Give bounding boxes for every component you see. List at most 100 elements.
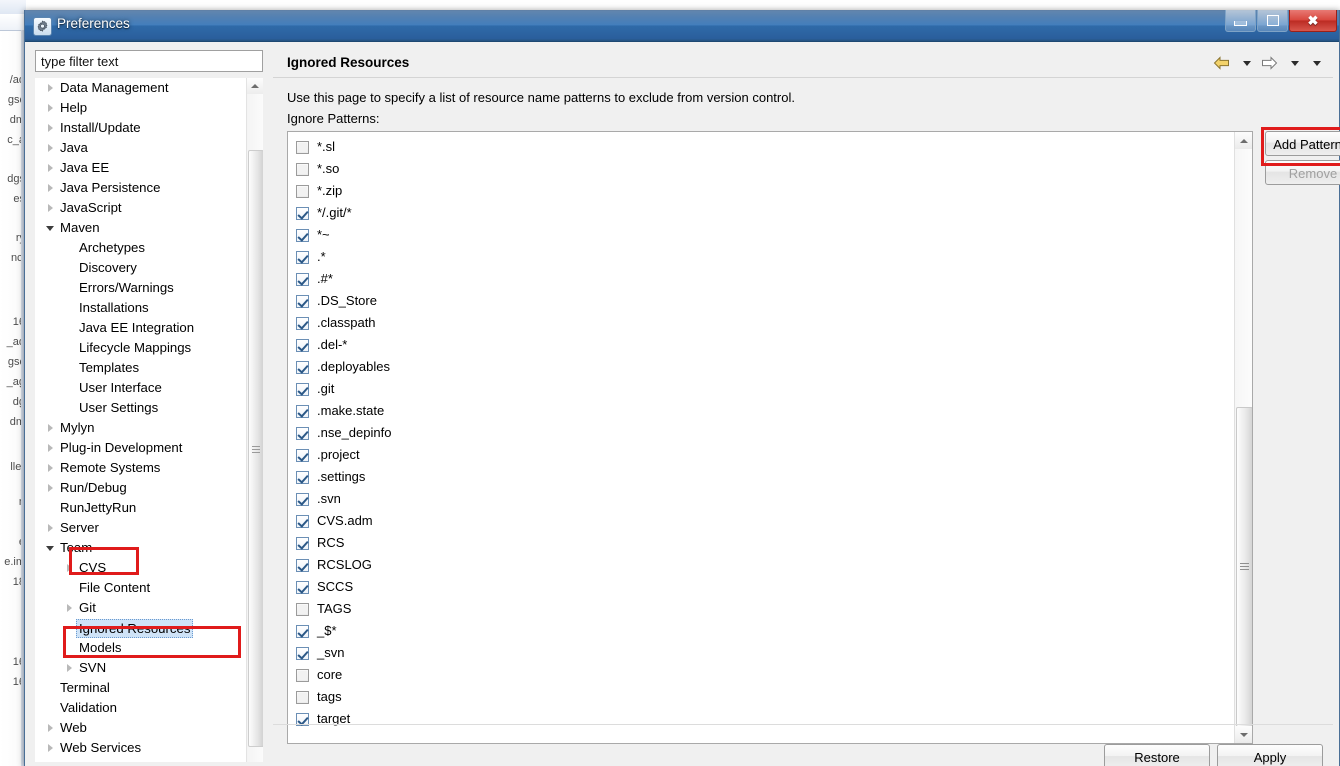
tree-item-user-settings[interactable]: User Settings [35,398,263,418]
tree-item-terminal[interactable]: Terminal [35,678,263,698]
twisty-collapsed-icon[interactable] [43,518,57,538]
twisty-collapsed-icon[interactable] [43,758,57,762]
pattern-row[interactable]: RCSLOG [288,554,1235,576]
twisty-expanded-icon[interactable] [43,218,57,238]
pattern-checkbox[interactable] [296,426,309,440]
pattern-checkbox[interactable] [296,536,309,550]
tree-item-web[interactable]: Web [35,718,263,738]
pattern-row[interactable]: target [288,708,1235,730]
pattern-checkbox[interactable] [296,624,309,638]
twisty-collapsed-icon[interactable] [43,198,57,218]
pattern-checkbox[interactable] [296,162,309,176]
list-scroll-down-button[interactable] [1235,726,1252,743]
pattern-row[interactable]: _$* [288,620,1235,642]
pattern-checkbox[interactable] [296,338,309,352]
pattern-row[interactable]: .project [288,444,1235,466]
pattern-row[interactable]: .* [288,246,1235,268]
tree-item-web-services[interactable]: Web Services [35,738,263,758]
tree-item-file-content[interactable]: File Content [35,578,263,598]
tree-item-java[interactable]: Java [35,138,263,158]
pattern-row[interactable]: SCCS [288,576,1235,598]
tree-item-mylyn[interactable]: Mylyn [35,418,263,438]
tree-item-svn[interactable]: SVN [35,658,263,678]
pattern-checkbox[interactable] [296,448,309,462]
tree-item-help[interactable]: Help [35,98,263,118]
forward-dropdown-button[interactable] [1285,54,1305,72]
pattern-row[interactable]: .git [288,378,1235,400]
list-scrollbar[interactable] [1234,132,1252,743]
tree-scroll-up-button[interactable] [247,78,263,94]
pattern-row[interactable]: .svn [288,488,1235,510]
tree-item-remote-systems[interactable]: Remote Systems [35,458,263,478]
tree-item-runjettyrun[interactable]: RunJettyRun [35,498,263,518]
page-menu-button[interactable] [1307,54,1327,72]
back-dropdown-button[interactable] [1237,54,1257,72]
preferences-tree[interactable]: Data Management Help Install/Update Java Jav… [35,78,263,762]
twisty-collapsed-icon[interactable] [43,98,57,118]
pattern-checkbox[interactable] [296,470,309,484]
close-button[interactable]: ✖ [1289,10,1337,32]
twisty-collapsed-icon[interactable] [43,478,57,498]
tree-item-maven[interactable]: Maven [35,218,263,238]
pattern-checkbox[interactable] [296,514,309,528]
pattern-checkbox[interactable] [296,646,309,660]
add-pattern-button[interactable]: Add Pattern... [1265,131,1340,156]
tree-item-cvs[interactable]: CVS [35,558,263,578]
twisty-collapsed-icon[interactable] [43,178,57,198]
twisty-collapsed-icon[interactable] [62,558,76,578]
tree-item-models[interactable]: Models [35,638,263,658]
pattern-row[interactable]: .classpath [288,312,1235,334]
pattern-checkbox[interactable] [296,316,309,330]
maximize-button[interactable] [1257,10,1288,32]
pattern-checkbox[interactable] [296,206,309,220]
pattern-row[interactable]: tags [288,686,1235,708]
pattern-checkbox[interactable] [296,668,309,682]
pattern-row[interactable]: .settings [288,466,1235,488]
twisty-collapsed-icon[interactable] [43,458,57,478]
pattern-row[interactable]: CVS.adm [288,510,1235,532]
pattern-checkbox[interactable] [296,492,309,506]
pattern-checkbox[interactable] [296,140,309,154]
tree-item-ignored-resources[interactable]: Ignored Resources [35,618,263,638]
twisty-collapsed-icon[interactable] [43,138,57,158]
tree-item-run-debug[interactable]: Run/Debug [35,478,263,498]
pattern-checkbox[interactable] [296,602,309,616]
pattern-row[interactable]: .nse_depinfo [288,422,1235,444]
pattern-row[interactable]: *.so [288,158,1235,180]
tree-item-install-update[interactable]: Install/Update [35,118,263,138]
twisty-collapsed-icon[interactable] [62,598,76,618]
pattern-checkbox[interactable] [296,404,309,418]
twisty-collapsed-icon[interactable] [43,118,57,138]
pattern-row[interactable]: */.git/* [288,202,1235,224]
pattern-row[interactable]: *.zip [288,180,1235,202]
minimize-button[interactable] [1225,10,1256,32]
twisty-collapsed-icon[interactable] [43,158,57,178]
tree-item-errors-warnings[interactable]: Errors/Warnings [35,278,263,298]
twisty-collapsed-icon[interactable] [43,738,57,758]
tree-item-user-interface[interactable]: User Interface [35,378,263,398]
tree-scrollbar-thumb[interactable] [248,150,263,747]
tree-item-javascript[interactable]: JavaScript [35,198,263,218]
back-arrow-icon[interactable] [1211,54,1231,72]
pattern-checkbox[interactable] [296,580,309,594]
pattern-row[interactable]: core [288,664,1235,686]
pattern-checkbox[interactable] [296,184,309,198]
dialog-titlebar[interactable]: Preferences ✖ [25,10,1339,42]
twisty-collapsed-icon[interactable] [43,418,57,438]
pattern-row[interactable]: _svn [288,642,1235,664]
pattern-checkbox[interactable] [296,228,309,242]
pattern-checkbox[interactable] [296,294,309,308]
ignore-patterns-list[interactable]: *.sl *.so *.zip */.git/* *~ .* .#* .DS_Store .cl… [287,131,1253,744]
pattern-checkbox[interactable] [296,272,309,286]
pattern-row[interactable]: *~ [288,224,1235,246]
pattern-row[interactable]: *.sl [288,136,1235,158]
forward-arrow-icon[interactable] [1259,54,1279,72]
pattern-checkbox[interactable] [296,690,309,704]
twisty-expanded-icon[interactable] [43,538,57,558]
tree-item-team[interactable]: Team [35,538,263,558]
pattern-row[interactable]: .DS_Store [288,290,1235,312]
remove-pattern-button[interactable]: Remove [1265,160,1340,185]
pattern-checkbox[interactable] [296,558,309,572]
pattern-row[interactable]: .#* [288,268,1235,290]
tree-item-git[interactable]: Git [35,598,263,618]
